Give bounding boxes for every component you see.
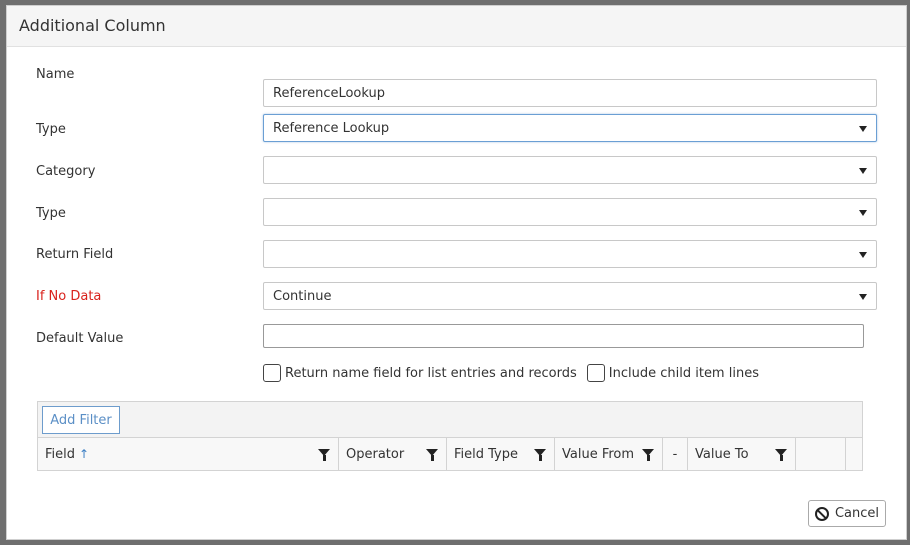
if-no-data-select[interactable]: Continue [263, 282, 877, 310]
cancel-button-label: Cancel [834, 506, 879, 521]
if-no-data-select-value: Continue [273, 289, 332, 304]
category-label: Category [36, 164, 96, 179]
chevron-down-icon [859, 252, 867, 258]
chevron-down-icon [859, 210, 867, 216]
filter-grid: Add Filter Field ↑ Operator Field Type V… [37, 401, 863, 471]
column-header-label: - [672, 446, 678, 462]
dialog-title: Additional Column [7, 6, 906, 47]
category-select[interactable] [263, 156, 877, 184]
column-header-label: Value From [562, 446, 635, 462]
column-header-label: Field Type [454, 446, 518, 462]
column-header-field[interactable]: Field ↑ [38, 438, 339, 470]
column-header-operator[interactable]: Operator [339, 438, 447, 470]
type-label: Type [36, 122, 66, 137]
cancel-button[interactable]: Cancel [808, 500, 886, 527]
chevron-down-icon [859, 126, 867, 132]
type-select[interactable]: Reference Lookup [263, 114, 877, 142]
checkbox-row: Return name field for list entries and r… [263, 364, 759, 382]
column-header-label: Operator [346, 446, 405, 462]
return-name-checkbox-label: Return name field for list entries and r… [285, 365, 577, 381]
filter-icon[interactable] [426, 449, 438, 461]
column-header-value-from[interactable]: Value From [555, 438, 663, 470]
column-header-label: Field [45, 446, 76, 462]
column-header-actions [796, 438, 846, 470]
filter-icon[interactable] [318, 449, 330, 461]
include-child-checkbox[interactable] [586, 364, 605, 382]
grid-toolbar: Add Filter [38, 402, 862, 438]
if-no-data-label: If No Data [36, 289, 102, 304]
additional-column-dialog: Additional Column Name ReferenceLookup T… [6, 5, 907, 540]
return-name-checkbox[interactable] [263, 364, 281, 382]
column-header-label: Value To [695, 446, 749, 462]
grid-header: Field ↑ Operator Field Type Value From -… [38, 438, 862, 470]
subtype-label: Type [36, 206, 66, 221]
filter-icon[interactable] [642, 449, 654, 461]
ban-icon [815, 506, 829, 521]
chevron-down-icon [859, 168, 867, 174]
type-select-value: Reference Lookup [273, 121, 390, 136]
column-header-value-to[interactable]: Value To [688, 438, 796, 470]
subtype-select[interactable] [263, 198, 877, 226]
add-filter-button[interactable]: Add Filter [42, 406, 120, 434]
chevron-down-icon [859, 294, 867, 300]
default-value-label: Default Value [36, 331, 124, 346]
default-value-input[interactable] [263, 324, 864, 348]
name-input[interactable]: ReferenceLookup [263, 79, 877, 107]
filter-icon[interactable] [775, 449, 787, 461]
sort-ascending-icon: ↑ [79, 447, 90, 461]
return-field-select[interactable] [263, 240, 877, 268]
include-child-checkbox-label: Include child item lines [608, 365, 759, 381]
column-header-separator: - [663, 438, 688, 470]
return-field-label: Return Field [36, 247, 114, 262]
column-header-field-type[interactable]: Field Type [447, 438, 555, 470]
name-label: Name [36, 67, 75, 82]
filter-icon[interactable] [534, 449, 546, 461]
